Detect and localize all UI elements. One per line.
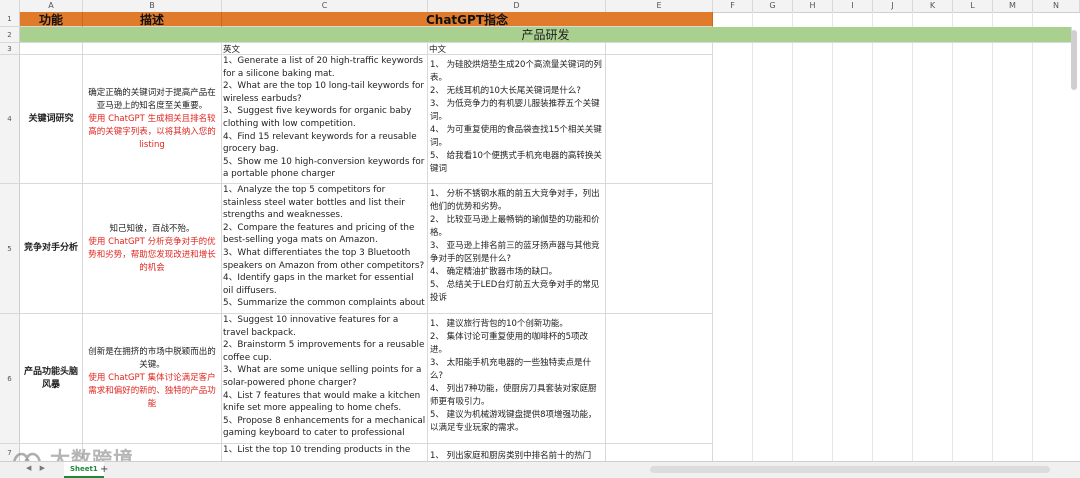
header-cell-function[interactable]: 功能 (20, 12, 83, 27)
description-feature-brainstorm[interactable]: 创新是在拥挤的市场中脱颖而出的关键。 使用 ChatGPT 集体讨论满足客户需求… (83, 314, 222, 444)
horizontal-scrollbar[interactable] (650, 466, 1050, 473)
column-header-l[interactable]: L (953, 0, 993, 12)
cell-e6[interactable] (606, 314, 713, 444)
description-keyword-research[interactable]: 确定正确的关键词对于提高产品在亚马逊上的知名度至关重要。 使用 ChatGPT … (83, 55, 222, 184)
prompts-zh-keyword-research[interactable]: 1、 为硅胶烘焙垫生成20个高流量关键词的列表。 2、 无线耳机的10大长尾关键… (428, 55, 606, 184)
column-header-e[interactable]: E (606, 0, 713, 12)
column-header-c[interactable]: C (222, 0, 428, 12)
description-text: 创新是在拥挤的市场中脱颖而出的关键。 (88, 347, 216, 370)
description-highlight: 使用 ChatGPT 分析竞争对手的优势和劣势，帮助您发现改进和增长的机会 (88, 236, 216, 273)
spreadsheet-grid: A B C D E F G H I J K L M N 1 2 3 4 5 6 … (0, 0, 1080, 462)
column-header-n[interactable]: N (1033, 0, 1080, 12)
column-header-d[interactable]: D (428, 0, 606, 12)
description-text: 确定正确的关键词对于提高产品在亚马逊上的知名度至关重要。 (88, 87, 216, 111)
cell-b3[interactable] (83, 43, 222, 55)
lang-label-zh: 中文 (429, 45, 447, 55)
row-header-4[interactable]: 4 (0, 55, 20, 184)
sheet-tab[interactable]: Sheet1 (64, 462, 104, 478)
category-competitor-analysis[interactable]: 竞争对手分析 (20, 184, 83, 314)
description-highlight: 使用 ChatGPT 集体讨论满足客户需求和偏好的新的、独特的产品功能 (88, 373, 216, 409)
cell-e7[interactable] (606, 444, 713, 462)
row-header-3[interactable]: 3 (0, 43, 20, 55)
prompts-en-trending[interactable]: 1、List the top 10 trending products in t… (222, 444, 428, 462)
row-header-1[interactable]: 1 (0, 12, 20, 27)
prompts-en-keyword-research[interactable]: 1、Generate a list of 20 high-traffic key… (222, 55, 428, 184)
column-header-g[interactable]: G (753, 0, 793, 12)
cell-e5[interactable] (606, 184, 713, 314)
cell-e3[interactable] (606, 43, 713, 55)
section-band-product-dev[interactable]: 产品研发 (20, 27, 1072, 43)
row-header-6[interactable]: 6 (0, 314, 20, 444)
description-highlight: 使用 ChatGPT 生成相关且排名较高的关键字列表，以将其纳入您的listin… (88, 113, 216, 150)
cell-c3[interactable]: 英文 (222, 43, 428, 55)
row-header-2[interactable]: 2 (0, 27, 20, 43)
header-cell-description[interactable]: 描述 (83, 12, 222, 27)
prompts-en-competitor-analysis[interactable]: 1、Analyze the top 5 competitors for stai… (222, 184, 428, 314)
cell-d3[interactable]: 中文 (428, 43, 606, 55)
lang-label-en: 英文 (223, 45, 241, 55)
column-header-h[interactable]: H (793, 0, 833, 12)
add-sheet-button[interactable]: + (100, 463, 108, 476)
cell-a3[interactable] (20, 43, 83, 55)
column-header-b[interactable]: B (83, 0, 222, 12)
description-text: 知己知彼，百战不殆。 (109, 223, 195, 234)
header-cell-chatgpt-prompts[interactable]: ChatGPT指念 (222, 12, 713, 27)
prompts-zh-competitor-analysis[interactable]: 1、 分析不锈钢水瓶的前五大竞争对手，列出他们的优势和劣势。 2、 比较亚马逊上… (428, 184, 606, 314)
sheet-tab-bar: ◀ ▶ Sheet1 + (0, 461, 1080, 478)
category-keyword-research[interactable]: 关键词研究 (20, 55, 83, 184)
column-header-m[interactable]: M (993, 0, 1033, 12)
description-competitor-analysis[interactable]: 知己知彼，百战不殆。 使用 ChatGPT 分析竞争对手的优势和劣势，帮助您发现… (83, 184, 222, 314)
column-header-f[interactable]: F (713, 0, 753, 12)
category-feature-brainstorm[interactable]: 产品功能头脑风暴 (20, 314, 83, 444)
column-header-j[interactable]: J (873, 0, 913, 12)
vertical-scrollbar[interactable] (1071, 30, 1077, 90)
cell-e4[interactable] (606, 55, 713, 184)
prompts-en-feature-brainstorm[interactable]: 1、Suggest 10 innovative features for a t… (222, 314, 428, 444)
column-header-a[interactable]: A (20, 0, 83, 12)
column-header-i[interactable]: I (833, 0, 873, 12)
sheet-nav-arrows-icon[interactable]: ◀ ▶ (26, 464, 48, 472)
prompts-zh-trending[interactable]: 1、 列出家庭和厨房类别中排名前十的热门 (428, 444, 606, 462)
row-header-5[interactable]: 5 (0, 184, 20, 314)
column-header-k[interactable]: K (913, 0, 953, 12)
select-all-corner[interactable] (0, 0, 20, 12)
prompts-zh-feature-brainstorm[interactable]: 1、 建议旅行背包的10个创新功能。 2、 集体讨论可重复使用的咖啡杯的5项改进… (428, 314, 606, 444)
